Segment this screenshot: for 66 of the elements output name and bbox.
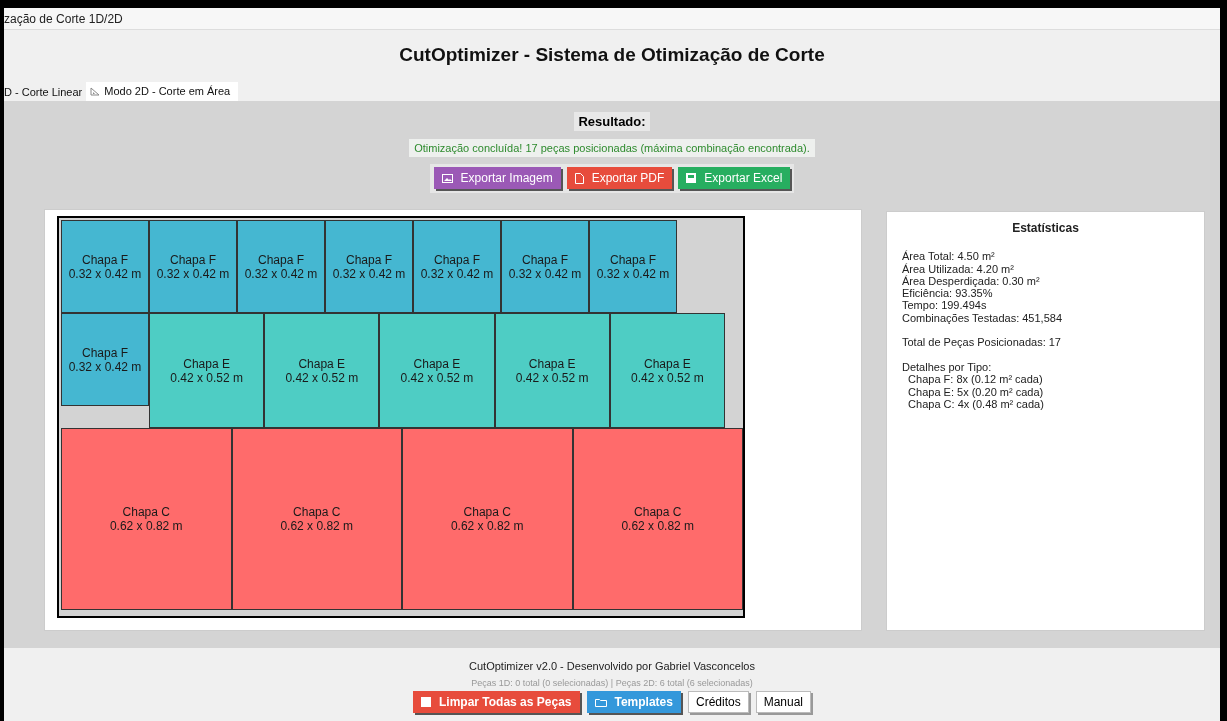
statistic-line: Tempo: 199.494s [902, 299, 988, 312]
piece-name: Chapa C [634, 505, 682, 519]
piece-size: 0.42 x 0.52 m [400, 370, 474, 385]
piece-size: 0.42 x 0.52 m [170, 370, 243, 385]
piece-name: Chapa F [610, 252, 656, 267]
statistic-line: Combinações Testadas: 451,584 [902, 311, 1063, 325]
spreadsheet-icon [686, 173, 697, 183]
document-icon [574, 172, 584, 184]
square-icon [421, 697, 431, 707]
statistic-line: Área Desperdiçada: 0.30 m² [902, 274, 1041, 288]
piece-name: Chapa E [183, 356, 230, 371]
credit-text: CutOptimizer v2.0 - Desenvolvido por Gabriel Vasconcelos [469, 660, 755, 672]
piece-name: Chapa F [82, 345, 128, 360]
piece-name: Chapa C [122, 505, 170, 519]
piece-name: Chapa F [170, 252, 216, 267]
image-icon [441, 173, 453, 183]
folder-icon [594, 697, 607, 707]
piece-name: Chapa E [528, 356, 576, 371]
piece-size: 0.42 x 0.52 m [631, 370, 704, 385]
tab[interactable]: Modo 2D - Corte em Área [86, 82, 239, 101]
piece-size: 0.32 x 0.42 m [68, 266, 142, 281]
statistic-line: Total de Peças Posicionadas: 17 [902, 336, 1062, 349]
piece-name: Chapa C [463, 505, 511, 519]
piece-name: Chapa C [293, 505, 341, 519]
piece-size: 0.32 x 0.42 m [420, 266, 494, 281]
piece-size: 0.32 x 0.42 m [156, 266, 230, 281]
piece-size: 0.62 x 0.82 m [109, 519, 183, 533]
statistic-line: Área Total: 4.50 m² [902, 250, 996, 263]
statistic-line: Área Utilizada: 4.20 m² [902, 262, 1015, 275]
footer-button[interactable]: Créditos [687, 691, 749, 713]
statistic-line: Eficiência: 93.35% [902, 287, 994, 300]
footer-button[interactable]: Limpar Todas as Peças [413, 691, 580, 713]
piece-size: 0.62 x 0.82 m [450, 519, 524, 533]
piece-size: 0.32 x 0.42 m [596, 266, 670, 281]
piece-name: Chapa F [82, 252, 128, 267]
piece-counts: Peças 1D: 0 total (0 selecionadas) | Peças 2D: 6 total (6 selecionadas) [471, 678, 753, 688]
piece-size: 0.32 x 0.42 m [332, 266, 406, 281]
statistic-line: Chapa C: 4x (0.48 m² cada) [907, 397, 1045, 411]
result-heading: Resultado: [574, 112, 650, 131]
app-title: CutOptimizer - Sistema de Otimização de Corte [399, 44, 825, 66]
export-button[interactable]: Exportar PDF [566, 167, 673, 189]
statistic-line: Chapa F: 8x (0.12 m² cada) [907, 373, 1044, 386]
piece-size: 0.62 x 0.82 m [621, 519, 695, 533]
piece-name: Chapa E [413, 356, 461, 371]
statistic-line: Detalhes por Tipo: [902, 360, 993, 374]
piece-size: 0.32 x 0.42 m [508, 266, 582, 281]
piece-name: Chapa E [298, 356, 346, 371]
piece-name: Chapa F [346, 252, 392, 267]
statistics-title: Estatísticas [1011, 222, 1080, 235]
footer-button[interactable]: Templates [586, 691, 681, 713]
piece-name: Chapa F [522, 252, 568, 267]
piece-name: Chapa F [434, 252, 480, 267]
status-message: Otimização concluída! 17 peças posicionadas (máxima combinação encontrada). [409, 139, 815, 157]
piece-size: 0.42 x 0.52 m [515, 370, 589, 385]
window-title: zação de Corte 1D/2D [4, 11, 123, 26]
piece-name: Chapa E [644, 356, 691, 371]
ruler-icon [90, 86, 101, 96]
export-button[interactable]: Exportar Imagem [433, 167, 561, 189]
piece-size: 0.42 x 0.52 m [285, 370, 359, 385]
footer-button[interactable]: Manual [755, 691, 811, 713]
piece-size: 0.62 x 0.82 m [280, 519, 354, 533]
export-button[interactable]: Exportar Excel [678, 167, 791, 189]
piece-size: 0.32 x 0.42 m [244, 266, 318, 281]
piece-name: Chapa F [258, 252, 304, 267]
statistic-line: Chapa E: 5x (0.20 m² cada) [907, 385, 1045, 398]
piece-size: 0.32 x 0.42 m [68, 359, 142, 374]
